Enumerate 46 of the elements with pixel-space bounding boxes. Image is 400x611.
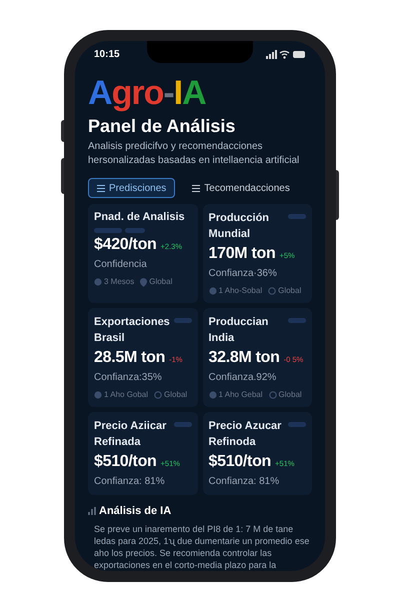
card-title: Exportaciones Brasil xyxy=(94,315,170,346)
list-icon xyxy=(192,184,200,192)
confidence-label: Confianza.92% xyxy=(208,371,278,385)
tab[interactable]: Predisciones xyxy=(88,178,176,198)
meta-label: Global xyxy=(278,285,302,297)
card-title: Precio Azucar Refinoda xyxy=(208,419,282,450)
card-title: Precio Aziicar Refinada xyxy=(94,419,168,450)
status-time: 10:15 xyxy=(94,48,120,62)
card-title: Pnad. de Analisis xyxy=(94,210,186,225)
page-title: Panel de Análisis xyxy=(88,115,236,137)
section-title: Análisis de IA xyxy=(99,504,172,519)
meta-label: Global xyxy=(164,389,188,401)
placeholder-bar xyxy=(125,228,145,233)
metric-value: $420/ton xyxy=(94,235,157,255)
meta-label: 1 Aho Gebal xyxy=(218,389,263,401)
confidence-label: Confianza:35% xyxy=(94,371,163,385)
confidence-label: Confianza·36% xyxy=(208,267,278,281)
placeholder-bar xyxy=(174,318,192,323)
metric-value: 32.8M ton xyxy=(208,348,280,368)
confidence-label: Confidencia xyxy=(94,258,148,272)
placeholder-bar xyxy=(94,228,122,233)
logo: Agro-IA xyxy=(88,75,207,111)
confidence-label: Confianza: 81% xyxy=(208,475,280,489)
placeholder-bar xyxy=(288,214,306,219)
status-icons xyxy=(266,50,306,60)
list-icon xyxy=(97,184,105,192)
confidence-label: Confianza: 81% xyxy=(94,475,166,489)
meta-label: 1 Aho Gobal xyxy=(104,389,148,401)
analysis-text: Se preve un inaremento del PI8 de 1: 7 M de tane ledas para 2025, 1ʯ due dumentarie un promedio ese aho los precios. Se recomienda controlar las exportaciones en el corto-media plazo para la xyxy=(93,522,310,570)
card-title: Produccian India xyxy=(208,315,270,346)
placeholder-bar xyxy=(288,318,306,323)
pin-icon xyxy=(140,278,148,286)
page-subtitle: Analisis predicifvo y recomendacciones hersonalizadas basadas en intellaencia artificial xyxy=(88,140,300,168)
placeholder-bar xyxy=(288,422,306,427)
meta-label: 1 Aho-Sobal xyxy=(218,285,262,297)
meta-label: Global xyxy=(278,389,302,401)
metric-value: $510/ton xyxy=(94,452,157,472)
meta-label: 3 Mesos xyxy=(104,276,134,288)
metric-value: 170M ton xyxy=(208,244,276,264)
metric-value: 28.5M ton xyxy=(94,348,166,368)
meta-label: Global xyxy=(149,276,172,288)
tab[interactable]: Tecomendacciones xyxy=(183,178,299,198)
metric-value: $510/ton xyxy=(208,452,272,472)
chart-icon xyxy=(88,507,96,516)
card-title: Producción Mundial xyxy=(208,211,270,242)
placeholder-bar xyxy=(174,422,192,427)
